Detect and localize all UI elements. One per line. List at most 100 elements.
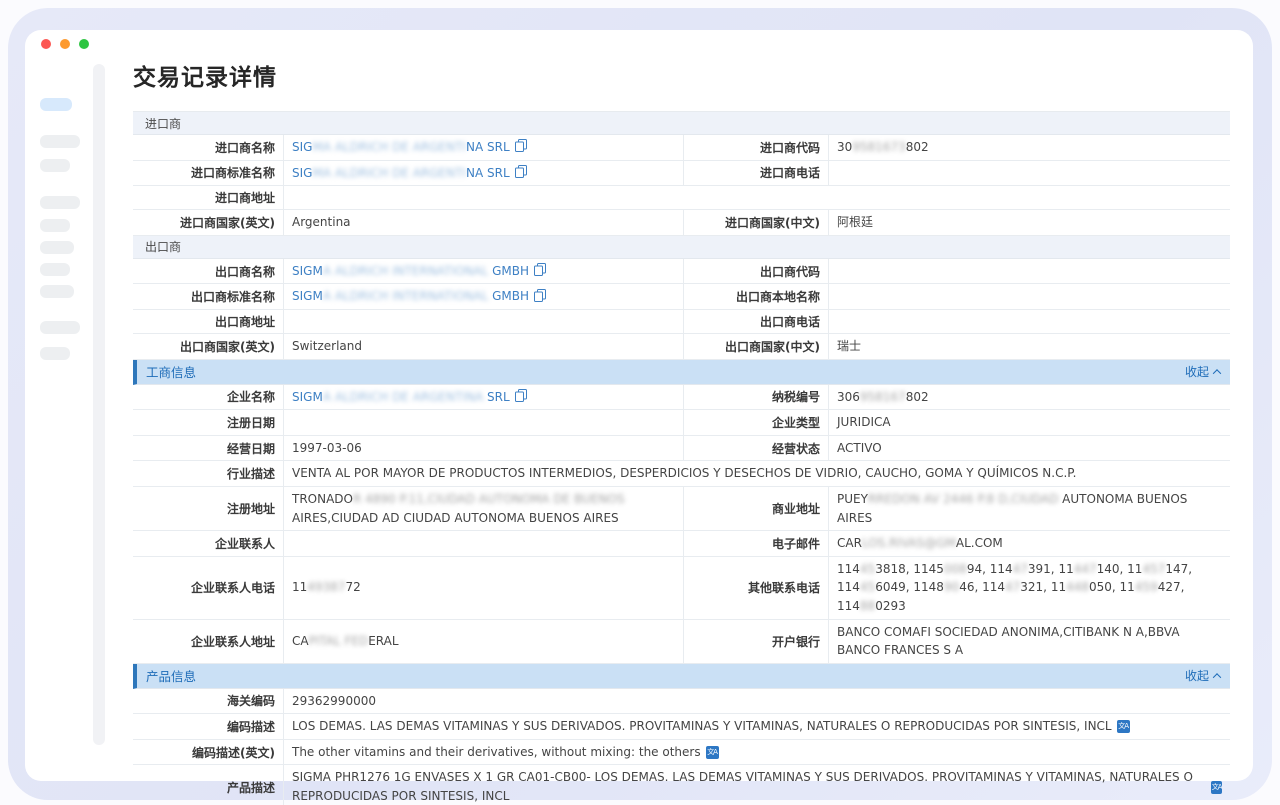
company-link[interactable]: NA SRL xyxy=(466,140,510,154)
sidebar-item[interactable] xyxy=(40,196,80,209)
redacted-text: 958167 xyxy=(860,390,906,404)
field-value-text: SIGMA ALDRICH INTERNATIONAL GMBH xyxy=(292,262,529,281)
field-value-text: SIGMA ALDRICH INTERNATIONAL GMBH xyxy=(292,287,529,306)
sidebar-item[interactable] xyxy=(40,159,70,172)
sidebar-item-active[interactable] xyxy=(40,98,72,111)
field-label: 编码描述(英文) xyxy=(133,740,283,765)
field-label: 进口商代码 xyxy=(683,135,828,160)
minimize-window-button[interactable] xyxy=(60,39,70,49)
section-header-exporter: 出口商 xyxy=(133,236,1230,259)
field-label: 企业联系人 xyxy=(133,531,283,556)
sidebar-item[interactable] xyxy=(40,219,70,232)
translate-icon[interactable]: 文A xyxy=(1211,781,1222,794)
company-link[interactable]: NA SRL xyxy=(466,166,510,180)
detail-table: 进口商进口商名称SIGMA ALDRICH DE ARGENTINA SRL进口… xyxy=(133,111,1230,805)
close-window-button[interactable] xyxy=(41,39,51,49)
redacted-text: 45 xyxy=(860,562,875,576)
redacted-text: A ALDRICH DE ARGENTINA xyxy=(323,390,483,404)
section-title: 进口商 xyxy=(145,115,181,132)
company-link[interactable]: SIGM xyxy=(292,264,323,278)
field-value: CAPITAL FEDERAL xyxy=(283,620,683,663)
redacted-text: 457 xyxy=(1142,562,1165,576)
copy-icon[interactable] xyxy=(534,263,546,279)
field-value: LOS DEMAS. LAS DEMAS VITAMINAS Y SUS DER… xyxy=(283,714,1230,739)
table-row: 出口商名称SIGMA ALDRICH INTERNATIONAL GMBH出口商… xyxy=(133,259,1230,285)
redacted-text: 9581673 xyxy=(852,140,905,154)
value-text: 0293 xyxy=(875,599,906,613)
field-label: 出口商国家(英文) xyxy=(133,334,283,359)
field-value xyxy=(283,410,683,435)
value-text: ERAL xyxy=(368,634,398,648)
field-label: 行业描述 xyxy=(133,461,283,486)
translate-icon[interactable]: 文A xyxy=(1117,720,1130,733)
redacted-text: 447 xyxy=(1074,562,1097,576)
field-label: 出口商本地名称 xyxy=(683,284,828,309)
collapse-label: 收起 xyxy=(1185,363,1209,380)
table-row: 产品描述SIGMA PHR1276 1G ENVASES X 1 GR CA01… xyxy=(133,765,1230,805)
page-title: 交易记录详情 xyxy=(133,58,1230,92)
redacted-text: MA ALDRICH DE ARGENTI xyxy=(312,166,466,180)
field-value: Argentina xyxy=(283,210,683,235)
field-value: 114453818, 114500894, 11447391, 11447140… xyxy=(828,557,1230,619)
field-value-text: 瑞士 xyxy=(837,337,861,356)
table-row: 出口商国家(英文)Switzerland出口商国家(中文)瑞士 xyxy=(133,334,1230,360)
field-label: 注册地址 xyxy=(133,487,283,530)
company-link[interactable]: SIG xyxy=(292,140,312,154)
field-value-text: PUEYRREDON AV 2446 P.8 D,CIUDAD AUTONOMA… xyxy=(837,490,1222,527)
company-link[interactable]: GMBH xyxy=(488,264,529,278)
sidebar-item[interactable] xyxy=(40,285,74,298)
sidebar-item[interactable] xyxy=(40,241,74,254)
value-text: JURIDICA xyxy=(837,415,891,429)
table-row: 进口商国家(英文)Argentina进口商国家(中文)阿根廷 xyxy=(133,210,1230,236)
copy-icon[interactable] xyxy=(515,165,527,181)
value-text: 114 xyxy=(837,562,860,576)
company-link[interactable]: SIGM xyxy=(292,289,323,303)
field-value: Switzerland xyxy=(283,334,683,359)
company-link[interactable]: SIG xyxy=(292,166,312,180)
field-label: 企业名称 xyxy=(133,385,283,410)
company-link[interactable]: SRL xyxy=(483,390,509,404)
field-value: SIGMA ALDRICH DE ARGENTINA SRL xyxy=(283,161,683,186)
field-label: 其他联系电话 xyxy=(683,557,828,619)
field-label: 出口商地址 xyxy=(133,310,283,333)
page-background: 交易记录详情 进口商进口商名称SIGMA ALDRICH DE ARGENTIN… xyxy=(0,0,1280,805)
value-text: ACTIVO xyxy=(837,441,882,455)
field-value-text: SIGMA PHR1276 1G ENVASES X 1 GR CA01-CB0… xyxy=(292,768,1206,805)
company-link[interactable]: GMBH xyxy=(488,289,529,303)
field-label: 进口商电话 xyxy=(683,161,828,186)
redacted-text: A ALDRICH INTERNATIONAL xyxy=(323,289,488,303)
company-link[interactable]: SIGM xyxy=(292,390,323,404)
table-row: 企业名称SIGMA ALDRICH DE ARGENTINA SRL纳税编号30… xyxy=(133,385,1230,411)
copy-icon[interactable] xyxy=(515,139,527,155)
sidebar-item[interactable] xyxy=(40,347,70,360)
sidebar-item[interactable] xyxy=(40,263,70,276)
redacted-text: R 4890 P.11,CIUDAD AUTONOMA DE BUENOS xyxy=(353,492,625,506)
field-value: SIGMA ALDRICH INTERNATIONAL GMBH xyxy=(283,259,683,284)
sidebar-item[interactable] xyxy=(40,135,80,148)
redacted-text: 45 xyxy=(860,580,875,594)
table-row: 进口商地址 xyxy=(133,186,1230,210)
field-value xyxy=(828,310,1230,333)
field-label: 企业联系人电话 xyxy=(133,557,283,619)
redacted-text: RREDON AV 2446 P.8 D,CIUDAD xyxy=(868,492,1062,506)
copy-icon[interactable] xyxy=(515,389,527,405)
collapse-label: 收起 xyxy=(1185,667,1209,684)
field-label: 企业类型 xyxy=(683,410,828,435)
value-text: 6049, 1148 xyxy=(875,580,944,594)
maximize-window-button[interactable] xyxy=(79,39,89,49)
value-text: 050, 11 xyxy=(1089,580,1135,594)
value-text: 30 xyxy=(837,140,852,154)
value-text: VENTA AL POR MAYOR DE PRODUCTOS INTERMED… xyxy=(292,466,1076,480)
copy-icon[interactable] xyxy=(534,289,546,305)
redacted-text: 008 xyxy=(944,562,967,576)
field-value: 309581673802 xyxy=(828,135,1230,160)
field-label: 注册日期 xyxy=(133,410,283,435)
field-value: 阿根廷 xyxy=(828,210,1230,235)
field-value-text: VENTA AL POR MAYOR DE PRODUCTOS INTERMED… xyxy=(292,464,1076,483)
collapse-button[interactable]: 收起 xyxy=(1185,667,1220,684)
table-row: 出口商地址出口商电话 xyxy=(133,310,1230,334)
collapse-button[interactable]: 收起 xyxy=(1185,363,1220,380)
sidebar-item[interactable] xyxy=(40,321,80,334)
translate-icon[interactable]: 文A xyxy=(706,746,719,759)
value-text: BANCO COMAFI SOCIEDAD ANONIMA,CITIBANK N… xyxy=(837,625,1180,658)
